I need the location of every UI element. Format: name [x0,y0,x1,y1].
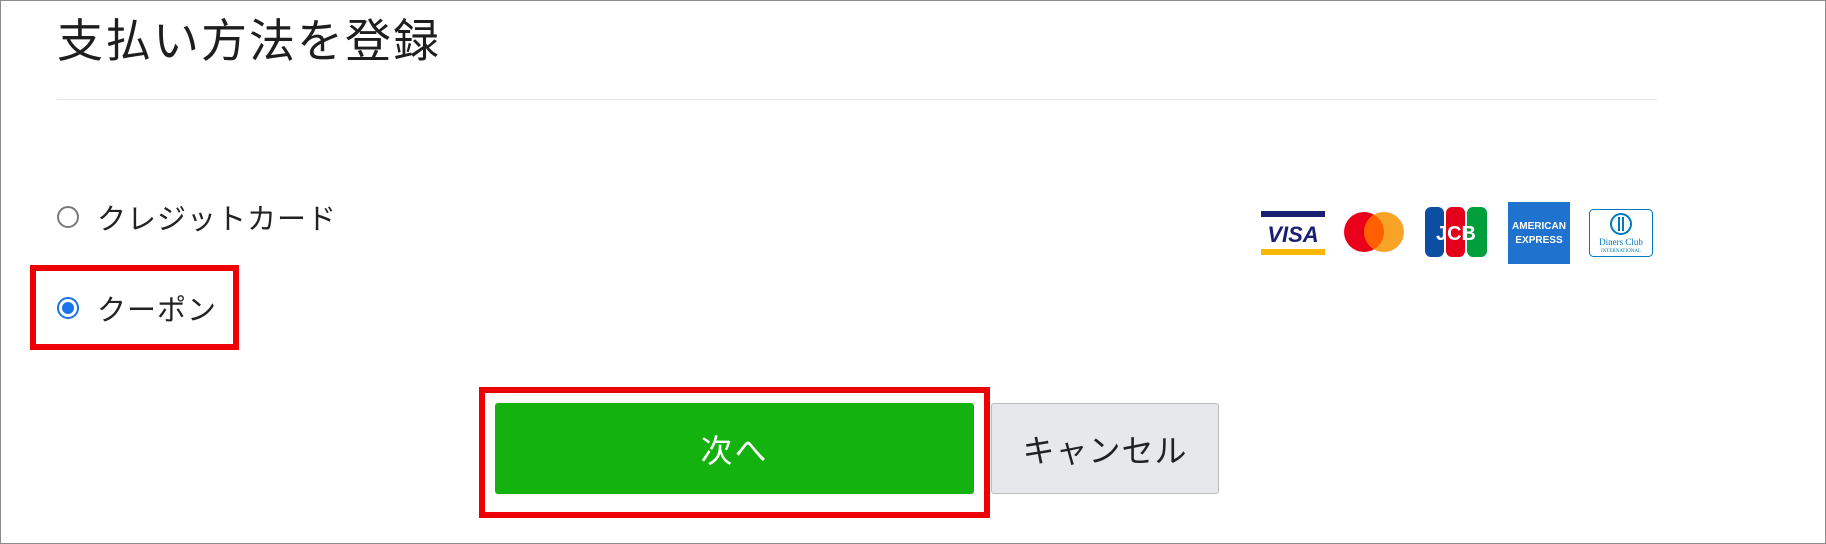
next-button[interactable]: 次へ [495,403,974,494]
amex-logo-text-line1: AMERICAN [1512,221,1566,232]
coupon-highlight-box [30,265,239,350]
amex-logo-text-line2: EXPRESS [1515,235,1563,246]
page-title: 支払い方法を登録 [57,14,441,68]
jcb-logo-text: JCB [1436,223,1476,245]
payment-option-credit-card[interactable]: クレジットカード [57,197,337,237]
credit-card-radio[interactable] [57,206,79,228]
diners-logo-text-line1: Diners Club [1599,237,1643,247]
visa-logo-text: VISA [1267,222,1318,247]
diners-club-logo-icon: Diners Club INTERNATIONAL [1589,209,1653,267]
title-divider [57,99,1657,100]
credit-card-label: クレジットカード [97,202,338,236]
mastercard-logo-icon [1341,209,1407,267]
jcb-logo-icon: JCB [1425,207,1487,265]
payment-method-dialog: 支払い方法を登録 クレジットカード クーポン VISA JCB AMERICAN… [0,0,1826,544]
visa-logo-icon: VISA [1261,211,1325,269]
amex-logo-icon: AMERICAN EXPRESS [1508,202,1570,264]
diners-logo-text-line2: INTERNATIONAL [1601,249,1641,254]
cancel-button[interactable]: キャンセル [991,403,1219,494]
